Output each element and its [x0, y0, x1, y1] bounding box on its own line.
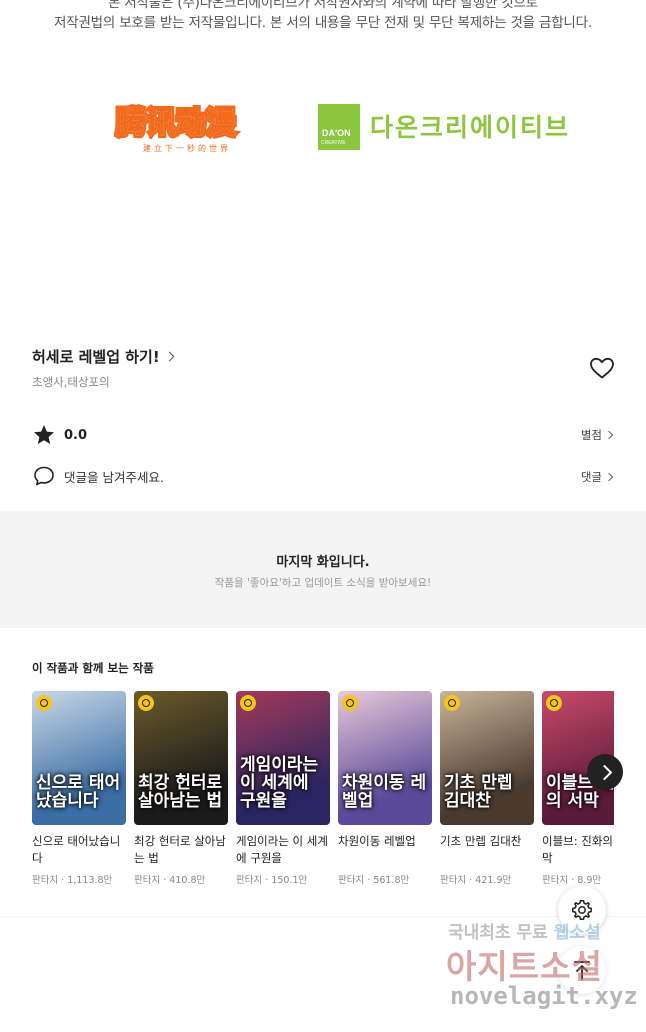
daon-logo-box: DA'ON CREATIVE [318, 104, 360, 150]
work-views: 150.1만 [271, 875, 308, 886]
cover-title: 차원이동 레벨업 [342, 773, 427, 812]
work-views: 1,113.8만 [67, 875, 113, 886]
work-card[interactable]: 게임이라는 이 세계에 구원을 게임이라는 이 세계에 구원을 판타지 · 15… [236, 691, 330, 886]
work-cover: 최강 헌터로 살아남는 법 [134, 691, 228, 825]
work-genre: 판타지 [32, 875, 59, 886]
work-title-link[interactable]: 허세로 레벨업 하기! [32, 346, 175, 367]
work-meta: 판타지 · 8.9만 [542, 875, 602, 886]
daon-logo-box-subtext: CREATIVE [321, 140, 346, 146]
work-meta: 판타지 · 150.1만 [236, 875, 308, 886]
scroll-to-top-button[interactable] [558, 946, 606, 994]
work-card[interactable]: 최강 헌터로 살아남는 법 최강 헌터로 살아남는 법 판타지 · 410.8만 [134, 691, 228, 886]
work-views: 561.8만 [373, 875, 410, 886]
settings-button[interactable] [558, 886, 606, 934]
wait-free-clock-icon [36, 695, 52, 711]
tencent-logo-tagline: 建立下一秒的世界 [143, 144, 231, 153]
work-views: 410.8만 [169, 875, 206, 886]
chevron-right-icon [604, 430, 614, 440]
chevron-right-icon [164, 351, 175, 362]
rating-row: 0.0 [32, 423, 87, 447]
comment-prompt-text: 댓글을 남겨주세요. [64, 469, 164, 485]
last-episode-subtitle: 작품을 '좋아요'하고 업데이트 소식을 받아보세요! [214, 577, 432, 589]
work-cover: 게임이라는 이 세계에 구원을 [236, 691, 330, 825]
work-name: 차원이동 레벨업 [338, 834, 416, 848]
work-meta: 판타지 · 561.8만 [338, 875, 410, 886]
rating-value: 0.0 [64, 427, 88, 443]
comment-link-label: 댓글 [580, 470, 602, 484]
cover-title: 기초 만렙 김대찬 [444, 773, 513, 812]
watermark-line-3: novelagit.xyz [450, 982, 638, 1010]
wait-free-clock-icon [444, 695, 460, 711]
tencent-comics-logo: 腾讯动漫 腾讯动漫 建立下一秒的世界 [114, 103, 254, 159]
work-name: 이블브: 진화의 서막 [542, 834, 614, 865]
work-card[interactable]: 기초 만렙 김대찬 기초 만렙 김대찬 판타지 · 421.9만 [440, 691, 534, 886]
wait-free-clock-icon [546, 695, 562, 711]
work-genre: 판타지 [134, 875, 161, 886]
daon-creative-logo: DA'ON CREATIVE 다온크리에이티브 [318, 104, 608, 150]
cover-title: 신으로 태어났습니다 [36, 773, 121, 812]
recommendation-carousel: 신으로 태어났습니다 신으로 태어났습니다 판타지 · 1,113.8만 최강 … [32, 691, 614, 901]
work-meta: 판타지 · 1,113.8만 [32, 875, 113, 886]
work-card[interactable]: 신으로 태어났습니다 신으로 태어났습니다 판타지 · 1,113.8만 [32, 691, 126, 886]
daon-logo-wordmark: 다온크리에이티브 [370, 113, 571, 142]
work-views: 8.9만 [577, 875, 602, 886]
rating-link-label: 별점 [580, 428, 602, 442]
work-views: 421.9만 [475, 875, 512, 886]
copyright-line-2: 저작권법의 보호를 받는 저작물입니다. 본 서의 내용을 무단 전재 및 무단… [54, 15, 592, 31]
site-watermark: 국내최초 무료 웹소설 아지트소설 novelagit.xyz [420, 918, 646, 1028]
work-name: 게임이라는 이 세계에 구원을 [236, 834, 328, 865]
cover-title: 게임이라는 이 세계에 구원을 [240, 755, 319, 812]
work-name: 신으로 태어났습니다 [32, 834, 121, 865]
work-genre: 판타지 [542, 875, 569, 886]
wait-free-clock-icon [342, 695, 358, 711]
daon-logo-box-text: DA'ON [322, 128, 351, 138]
work-cover: 신으로 태어났습니다 [32, 691, 126, 825]
work-meta: 판타지 · 421.9만 [440, 875, 512, 886]
comment-input-prompt[interactable]: 댓글을 남겨주세요. [32, 464, 164, 488]
last-episode-title: 마지막 화입니다. [276, 555, 370, 570]
work-genre: 판타지 [236, 875, 263, 886]
star-icon [34, 425, 54, 444]
recommendation-cards: 신으로 태어났습니다 신으로 태어났습니다 판타지 · 1,113.8만 최강 … [32, 691, 614, 901]
work-cover: 차원이동 레벨업 [338, 691, 432, 825]
work-authors: 초앵사,태상포의 [32, 375, 110, 389]
cover-title: 최강 헌터로 살아남는 법 [138, 773, 223, 812]
tencent-logo-mark: 腾讯动漫 腾讯动漫 [114, 104, 239, 140]
work-name: 최강 헌터로 살아남는 법 [134, 834, 226, 865]
wait-free-clock-icon [240, 695, 256, 711]
comment-link[interactable]: 댓글 [580, 469, 614, 485]
speech-bubble-icon [34, 466, 54, 486]
heart-icon[interactable] [589, 356, 615, 380]
wait-free-clock-icon [138, 695, 154, 711]
arrow-up-icon [574, 961, 590, 980]
work-cover: 기초 만렙 김대찬 [440, 691, 534, 825]
work-genre: 판타지 [440, 875, 467, 886]
work-genre: 판타지 [338, 875, 365, 886]
copyright-section: 본 저작물은 (주)다온크리에이티브가 저작권자와의 계약에 따라 발행한 것으… [0, 0, 646, 325]
work-card[interactable]: 차원이동 레벨업 차원이동 레벨업 판타지 · 561.8만 [338, 691, 432, 886]
work-meta: 판타지 · 410.8만 [134, 875, 206, 886]
gear-icon [572, 900, 592, 920]
work-name: 기초 만렙 김대찬 [440, 834, 522, 848]
work-title: 허세로 레벨업 하기! [32, 348, 160, 366]
copyright-line-1: 본 저작물은 (주)다온크리에이티브가 저작권자와의 계약에 따라 발행한 것으… [108, 0, 538, 11]
carousel-next-button[interactable] [587, 754, 623, 790]
rating-link[interactable]: 별점 [580, 427, 614, 443]
recommendation-heading: 이 작품과 함께 보는 작품 [32, 661, 154, 675]
chevron-right-icon [604, 472, 614, 482]
svg-text:腾讯动漫: 腾讯动漫 [116, 106, 236, 139]
